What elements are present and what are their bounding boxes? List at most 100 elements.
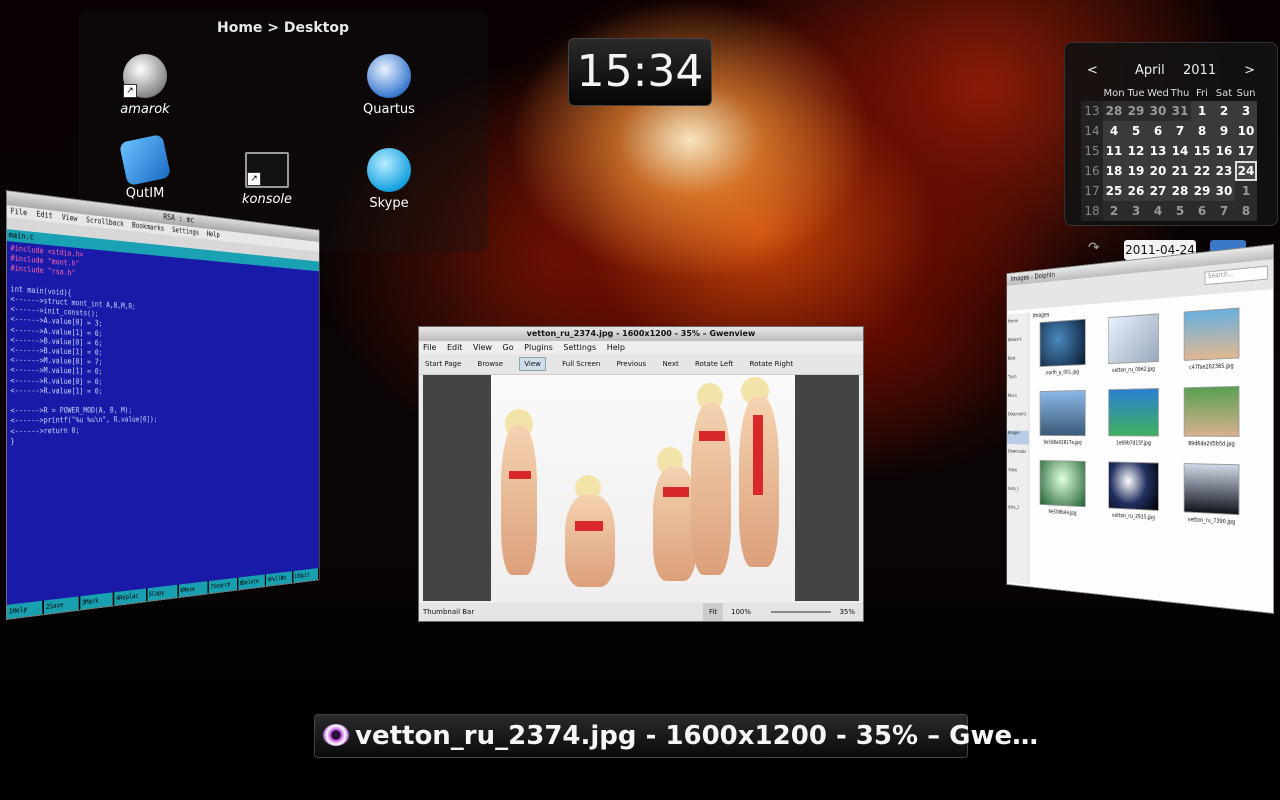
- calendar-day[interactable]: 4: [1147, 201, 1169, 221]
- places-item[interactable]: data_2: [1007, 505, 1029, 520]
- calendar-day[interactable]: 5: [1125, 121, 1147, 141]
- fkey-delete[interactable]: 8Delete: [238, 574, 267, 590]
- calendar-day[interactable]: 12: [1125, 141, 1147, 161]
- start-page-button[interactable]: Start Page: [425, 360, 461, 368]
- places-item[interactable]: Images: [1007, 430, 1029, 445]
- calendar-day[interactable]: 16: [1213, 141, 1235, 161]
- calendar-day[interactable]: 18: [1103, 161, 1125, 181]
- file-item[interactable]: earth_p_001.jpg: [1033, 318, 1094, 376]
- window-title[interactable]: vetton_ru_2374.jpg - 1600x1200 - 35% – G…: [419, 327, 863, 341]
- calendar-day[interactable]: 19: [1125, 161, 1147, 181]
- calendar-day[interactable]: 2: [1213, 101, 1235, 121]
- menu-help[interactable]: Help: [207, 230, 220, 239]
- next-button[interactable]: Next: [662, 360, 678, 368]
- places-item[interactable]: Video: [1007, 468, 1029, 482]
- menu-settings[interactable]: Settings: [563, 343, 596, 352]
- calendar-day[interactable]: 8: [1191, 121, 1213, 141]
- places-item[interactable]: Home: [1007, 318, 1029, 333]
- menu-scrollback[interactable]: Scrollback: [86, 215, 124, 228]
- calendar-day[interactable]: 13: [1147, 141, 1169, 161]
- month-label[interactable]: April: [1135, 63, 1165, 78]
- places-item[interactable]: Documents: [1007, 412, 1029, 426]
- fkey-pulldown[interactable]: 9PullDn: [266, 571, 294, 587]
- menu-help[interactable]: Help: [607, 343, 625, 352]
- jump-to-today-icon[interactable]: ↷: [1088, 240, 1106, 258]
- calendar-day[interactable]: 26: [1125, 181, 1147, 201]
- calendar-day[interactable]: 29: [1191, 181, 1213, 201]
- places-item[interactable]: Network: [1007, 337, 1029, 352]
- previous-month-button[interactable]: <: [1087, 63, 1098, 78]
- calendar-day[interactable]: 3: [1235, 101, 1257, 121]
- rotate-left-button[interactable]: Rotate Left: [695, 360, 733, 368]
- calendar-day[interactable]: 27: [1147, 181, 1169, 201]
- menu-view[interactable]: View: [473, 343, 492, 352]
- fkey-quit[interactable]: 10Quit: [293, 568, 320, 583]
- calendar-day[interactable]: 11: [1103, 141, 1125, 161]
- calendar-day[interactable]: 10: [1235, 121, 1257, 141]
- calendar-day[interactable]: 23: [1213, 161, 1235, 181]
- desktop-icon-skype[interactable]: Skype: [344, 148, 434, 211]
- menu-go[interactable]: Go: [503, 343, 514, 352]
- calendar-day[interactable]: 4: [1103, 121, 1125, 141]
- calendar-day[interactable]: 6: [1191, 201, 1213, 221]
- zoom-100-button[interactable]: 100%: [731, 603, 751, 621]
- calendar-day[interactable]: 31: [1169, 101, 1191, 121]
- places-item[interactable]: Root: [1007, 355, 1029, 370]
- places-item[interactable]: data_1: [1007, 486, 1029, 501]
- file-item[interactable]: c47fae202385.jpg: [1175, 307, 1249, 372]
- menu-file[interactable]: File: [423, 343, 436, 352]
- calendar-day[interactable]: 29: [1125, 101, 1147, 121]
- menu-view[interactable]: View: [62, 213, 78, 223]
- file-item[interactable]: vetton_ru_7390.jpg: [1175, 463, 1249, 527]
- calendar-day[interactable]: 20: [1147, 161, 1169, 181]
- gwenview-window[interactable]: vetton_ru_2374.jpg - 1600x1200 - 35% – G…: [418, 326, 864, 622]
- calendar-day[interactable]: 21: [1169, 161, 1191, 181]
- code-editor[interactable]: #include <stdio.h> #include "mont.h" #in…: [7, 241, 319, 449]
- calendar-day[interactable]: 8: [1235, 201, 1257, 221]
- menu-edit[interactable]: Edit: [36, 210, 52, 221]
- fkey-copy[interactable]: 5Copy: [147, 584, 179, 602]
- places-item[interactable]: Downloads: [1007, 449, 1029, 463]
- file-item[interactable]: 89d6da2d5b5d.jpg: [1175, 385, 1249, 448]
- location-breadcrumb[interactable]: Images: [1033, 311, 1050, 319]
- previous-button[interactable]: Previous: [617, 360, 647, 368]
- thumbnail-bar-toggle[interactable]: Thumbnail Bar: [423, 603, 474, 621]
- next-month-button[interactable]: >: [1244, 63, 1255, 78]
- image-view[interactable]: [423, 375, 859, 601]
- menu-file[interactable]: File: [10, 207, 27, 218]
- dolphin-window[interactable]: Images - Dolphin Search... Home Network …: [1006, 244, 1274, 614]
- calendar-day[interactable]: 17: [1235, 141, 1257, 161]
- calendar-day-today[interactable]: 24: [1235, 161, 1257, 181]
- desktop-icon-konsole[interactable]: ↗ konsole: [222, 152, 312, 207]
- desktop-icon-amarok[interactable]: ↗ amarok: [100, 54, 190, 117]
- file-item[interactable]: vetton_ru_0962.jpg: [1100, 313, 1167, 374]
- browse-button[interactable]: Browse: [478, 360, 504, 368]
- calendar-day[interactable]: 2: [1103, 201, 1125, 221]
- calendar-day[interactable]: 3: [1125, 201, 1147, 221]
- full-screen-button[interactable]: Full Screen: [562, 360, 600, 368]
- places-item[interactable]: Music: [1007, 393, 1029, 407]
- menu-bookmarks[interactable]: Bookmarks: [132, 221, 164, 233]
- file-item[interactable]: vetton_ru_2915.jpg: [1100, 461, 1167, 521]
- fit-button[interactable]: Fit: [703, 603, 724, 621]
- calendar-day[interactable]: 14: [1169, 141, 1191, 161]
- fkey-move[interactable]: 6Move: [178, 580, 210, 598]
- rotate-right-button[interactable]: Rotate Right: [750, 360, 794, 368]
- file-item[interactable]: 9e508b4a.jpg: [1033, 460, 1094, 518]
- calendar-day[interactable]: 5: [1169, 201, 1191, 221]
- calendar-day[interactable]: 30: [1147, 101, 1169, 121]
- calendar-day[interactable]: 7: [1169, 121, 1191, 141]
- calendar-day[interactable]: 9: [1213, 121, 1235, 141]
- menu-settings[interactable]: Settings: [172, 226, 199, 237]
- view-button[interactable]: View: [519, 357, 546, 371]
- file-item[interactable]: 9e5d8a02817e.jpg: [1033, 389, 1094, 446]
- desktop-icon-qutim[interactable]: QutIM: [100, 133, 190, 201]
- year-label[interactable]: 2011: [1183, 63, 1216, 78]
- calendar-day[interactable]: 28: [1169, 181, 1191, 201]
- places-item[interactable]: Trash: [1007, 374, 1029, 388]
- calendar-day[interactable]: 22: [1191, 161, 1213, 181]
- calendar-day[interactable]: 1: [1191, 101, 1213, 121]
- calendar-day[interactable]: 25: [1103, 181, 1125, 201]
- file-item[interactable]: 1e69b7d15f.jpg: [1100, 387, 1167, 447]
- breadcrumb[interactable]: Home > Desktop: [78, 20, 488, 36]
